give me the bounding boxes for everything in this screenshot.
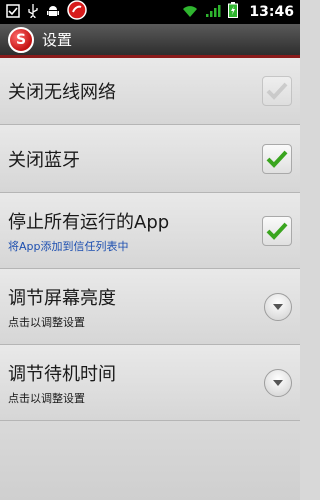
chevron-down-icon [273, 379, 283, 386]
checkmark-icon [266, 222, 288, 240]
setting-row-wifi[interactable]: 关闭无线网络 [0, 58, 300, 125]
wifi-icon [182, 3, 198, 22]
signal-icon [205, 3, 221, 22]
empty-area [0, 421, 300, 500]
chevron-down-icon [273, 303, 283, 310]
trust-list-link[interactable]: 将App添加到信任列表中 [8, 238, 262, 254]
standby-dropdown[interactable] [264, 368, 292, 397]
android-debug-icon [46, 3, 60, 22]
page-title: 设置 [42, 31, 73, 49]
title-bar: S 设置 [0, 24, 300, 58]
checkmark-icon [266, 150, 288, 168]
setting-title: 关闭蓝牙 [8, 149, 80, 171]
app-notification-icon [67, 0, 87, 24]
setting-row-brightness[interactable]: 调节屏幕亮度 点击以调整设置 [0, 269, 300, 345]
settings-list: 关闭无线网络 关闭蓝牙 停止所有运行的App 将App添加到信任列表中 调节屏幕… [0, 58, 300, 500]
stop-apps-checkbox[interactable] [262, 215, 292, 246]
brightness-dropdown[interactable] [264, 292, 292, 321]
setting-title: 调节屏幕亮度 [8, 287, 116, 309]
battery-charging-icon [228, 2, 239, 22]
setting-subtitle: 点击以调整设置 [8, 315, 85, 329]
checkmark-icon [266, 82, 288, 100]
checklist-icon [6, 3, 20, 22]
setting-title: 关闭无线网络 [8, 82, 116, 103]
app-logo-icon: S [8, 26, 34, 53]
setting-title: 停止所有运行的App [8, 211, 170, 233]
clock: 13:46 [249, 4, 294, 20]
status-left-icons [6, 0, 87, 24]
setting-row-standby[interactable]: 调节待机时间 点击以调整设置 [0, 345, 300, 421]
wifi-checkbox[interactable] [262, 76, 292, 106]
setting-row-bluetooth[interactable]: 关闭蓝牙 [0, 125, 300, 193]
setting-title: 调节待机时间 [8, 363, 116, 385]
status-bar: 13:46 [0, 0, 300, 24]
bluetooth-checkbox[interactable] [262, 143, 292, 174]
setting-row-stop-apps[interactable]: 停止所有运行的App 将App添加到信任列表中 [0, 193, 300, 269]
setting-subtitle: 点击以调整设置 [8, 391, 85, 405]
status-right-icons: 13:46 [182, 2, 294, 22]
usb-icon [27, 3, 39, 22]
